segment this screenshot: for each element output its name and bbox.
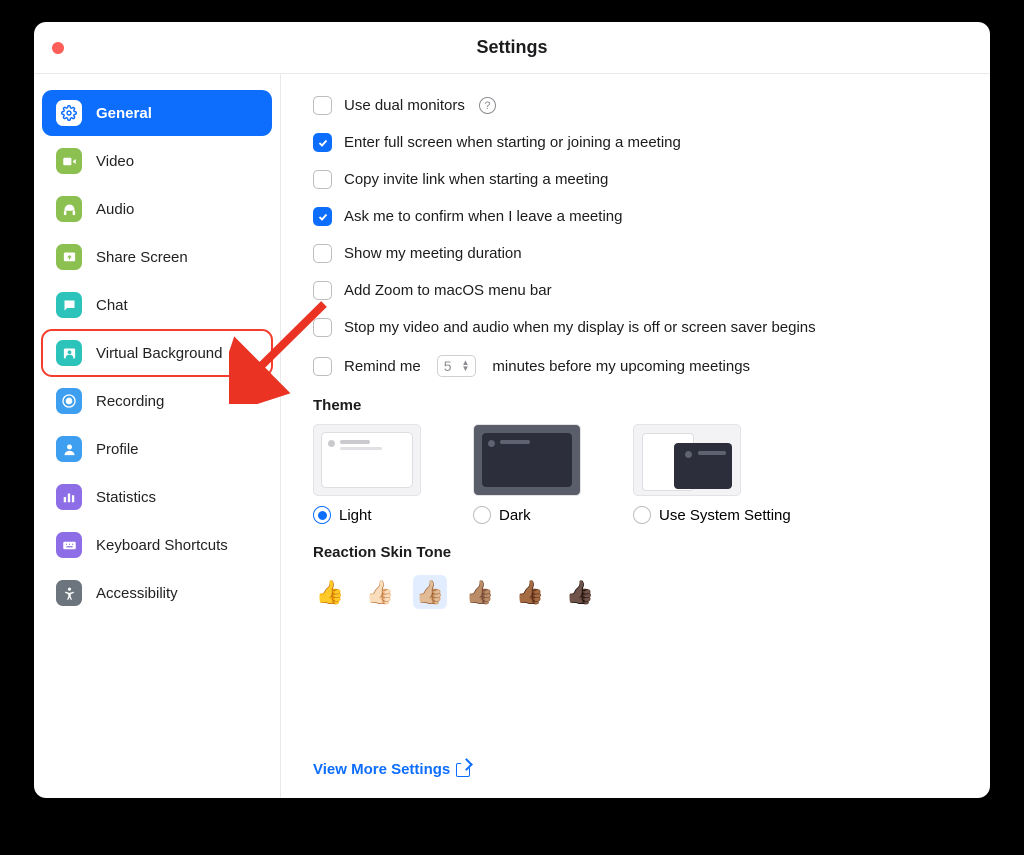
remind-post: minutes before my upcoming meetings	[492, 358, 750, 375]
option-dual-monitors: Use dual monitors ?	[313, 96, 958, 115]
theme-label: Light	[339, 507, 372, 524]
theme-title: Theme	[313, 397, 958, 414]
checkbox-meeting-duration[interactable]	[313, 244, 332, 263]
radio-system[interactable]	[633, 506, 651, 524]
sidebar-item-virtual-background[interactable]: Virtual Background	[42, 330, 272, 376]
theme-light[interactable]: Light	[313, 424, 421, 524]
option-meeting-duration: Show my meeting duration	[313, 244, 958, 263]
sidebar-item-label: Recording	[96, 393, 164, 410]
theme-label: Dark	[499, 507, 531, 524]
sidebar-item-label: Profile	[96, 441, 139, 458]
gear-icon	[56, 100, 82, 126]
option-label: Stop my video and audio when my display …	[344, 319, 816, 336]
sidebar-item-chat[interactable]: Chat	[42, 282, 272, 328]
link-label: View More Settings	[313, 761, 450, 778]
settings-body: General Video Audio Share Screen	[34, 74, 990, 798]
profile-icon	[56, 436, 82, 462]
settings-general-panel: Use dual monitors ? Enter full screen wh…	[281, 74, 990, 798]
theme-label: Use System Setting	[659, 507, 791, 524]
theme-preview-system	[633, 424, 741, 496]
checkbox-menu-bar[interactable]	[313, 281, 332, 300]
sidebar-item-accessibility[interactable]: Accessibility	[42, 570, 272, 616]
skin-tone-row: 👍 👍🏻 👍🏼 👍🏽 👍🏾 👍🏿	[313, 575, 958, 609]
reaction-skin-tone-title: Reaction Skin Tone	[313, 544, 958, 561]
sidebar-item-label: Keyboard Shortcuts	[96, 537, 228, 554]
skin-tone-0[interactable]: 👍	[313, 575, 347, 609]
checkbox-copy-invite[interactable]	[313, 170, 332, 189]
option-menu-bar: Add Zoom to macOS menu bar	[313, 281, 958, 300]
option-label: Enter full screen when starting or joini…	[344, 134, 681, 151]
checkbox-remind[interactable]	[313, 357, 332, 376]
titlebar: Settings	[34, 22, 990, 74]
skin-tone-5[interactable]: 👍🏿	[563, 575, 597, 609]
sidebar-item-label: Accessibility	[96, 585, 178, 602]
option-label: Ask me to confirm when I leave a meeting	[344, 208, 622, 225]
sidebar-item-statistics[interactable]: Statistics	[42, 474, 272, 520]
theme-row: Light Dark Use System Setting	[313, 424, 958, 524]
skin-tone-2[interactable]: 👍🏼	[413, 575, 447, 609]
sidebar-item-profile[interactable]: Profile	[42, 426, 272, 472]
headphones-icon	[56, 196, 82, 222]
option-full-screen: Enter full screen when starting or joini…	[313, 133, 958, 152]
sidebar-item-label: Statistics	[96, 489, 156, 506]
sidebar-item-label: Video	[96, 153, 134, 170]
view-more-settings-link[interactable]: View More Settings	[313, 761, 470, 778]
sidebar-item-audio[interactable]: Audio	[42, 186, 272, 232]
theme-system[interactable]: Use System Setting	[633, 424, 791, 524]
keyboard-icon	[56, 532, 82, 558]
option-stop-on-saver: Stop my video and audio when my display …	[313, 318, 958, 337]
settings-window: Settings General Video Audio	[34, 22, 990, 798]
external-link-icon	[456, 763, 470, 777]
option-remind: Remind me 5 ▲▼ minutes before my upcomin…	[313, 355, 958, 377]
remind-minutes-value: 5	[444, 358, 452, 374]
statistics-icon	[56, 484, 82, 510]
sidebar-item-label: Virtual Background	[96, 345, 222, 362]
remind-minutes-stepper[interactable]: 5 ▲▼	[437, 355, 477, 377]
checkbox-full-screen[interactable]	[313, 133, 332, 152]
sidebar-item-label: General	[96, 105, 152, 122]
stepper-arrows-icon: ▲▼	[462, 360, 470, 372]
chat-icon	[56, 292, 82, 318]
option-label: Use dual monitors	[344, 97, 465, 114]
theme-radio-row: Dark	[473, 506, 581, 524]
skin-tone-4[interactable]: 👍🏾	[513, 575, 547, 609]
option-label: Copy invite link when starting a meeting	[344, 171, 608, 188]
checkbox-dual-monitors[interactable]	[313, 96, 332, 115]
checkbox-stop-on-saver[interactable]	[313, 318, 332, 337]
theme-radio-row: Use System Setting	[633, 506, 791, 524]
theme-radio-row: Light	[313, 506, 421, 524]
skin-tone-1[interactable]: 👍🏻	[363, 575, 397, 609]
sidebar-item-label: Chat	[96, 297, 128, 314]
option-copy-invite: Copy invite link when starting a meeting	[313, 170, 958, 189]
recording-icon	[56, 388, 82, 414]
theme-dark[interactable]: Dark	[473, 424, 581, 524]
remind-pre: Remind me	[344, 358, 421, 375]
settings-sidebar: General Video Audio Share Screen	[34, 74, 281, 798]
skin-tone-3[interactable]: 👍🏽	[463, 575, 497, 609]
video-icon	[56, 148, 82, 174]
sidebar-item-label: Audio	[96, 201, 134, 218]
help-icon[interactable]: ?	[479, 97, 496, 114]
sidebar-item-video[interactable]: Video	[42, 138, 272, 184]
sidebar-item-general[interactable]: General	[42, 90, 272, 136]
virtual-background-icon	[56, 340, 82, 366]
window-title: Settings	[476, 37, 547, 58]
accessibility-icon	[56, 580, 82, 606]
sidebar-item-label: Share Screen	[96, 249, 188, 266]
radio-dark[interactable]	[473, 506, 491, 524]
close-window-button[interactable]	[52, 42, 64, 54]
option-label: Show my meeting duration	[344, 245, 522, 262]
sidebar-item-keyboard-shortcuts[interactable]: Keyboard Shortcuts	[42, 522, 272, 568]
sidebar-item-share-screen[interactable]: Share Screen	[42, 234, 272, 280]
sidebar-item-recording[interactable]: Recording	[42, 378, 272, 424]
option-confirm-leave: Ask me to confirm when I leave a meeting	[313, 207, 958, 226]
theme-preview-light	[313, 424, 421, 496]
share-screen-icon	[56, 244, 82, 270]
radio-light[interactable]	[313, 506, 331, 524]
checkbox-confirm-leave[interactable]	[313, 207, 332, 226]
theme-preview-dark	[473, 424, 581, 496]
option-label: Add Zoom to macOS menu bar	[344, 282, 552, 299]
